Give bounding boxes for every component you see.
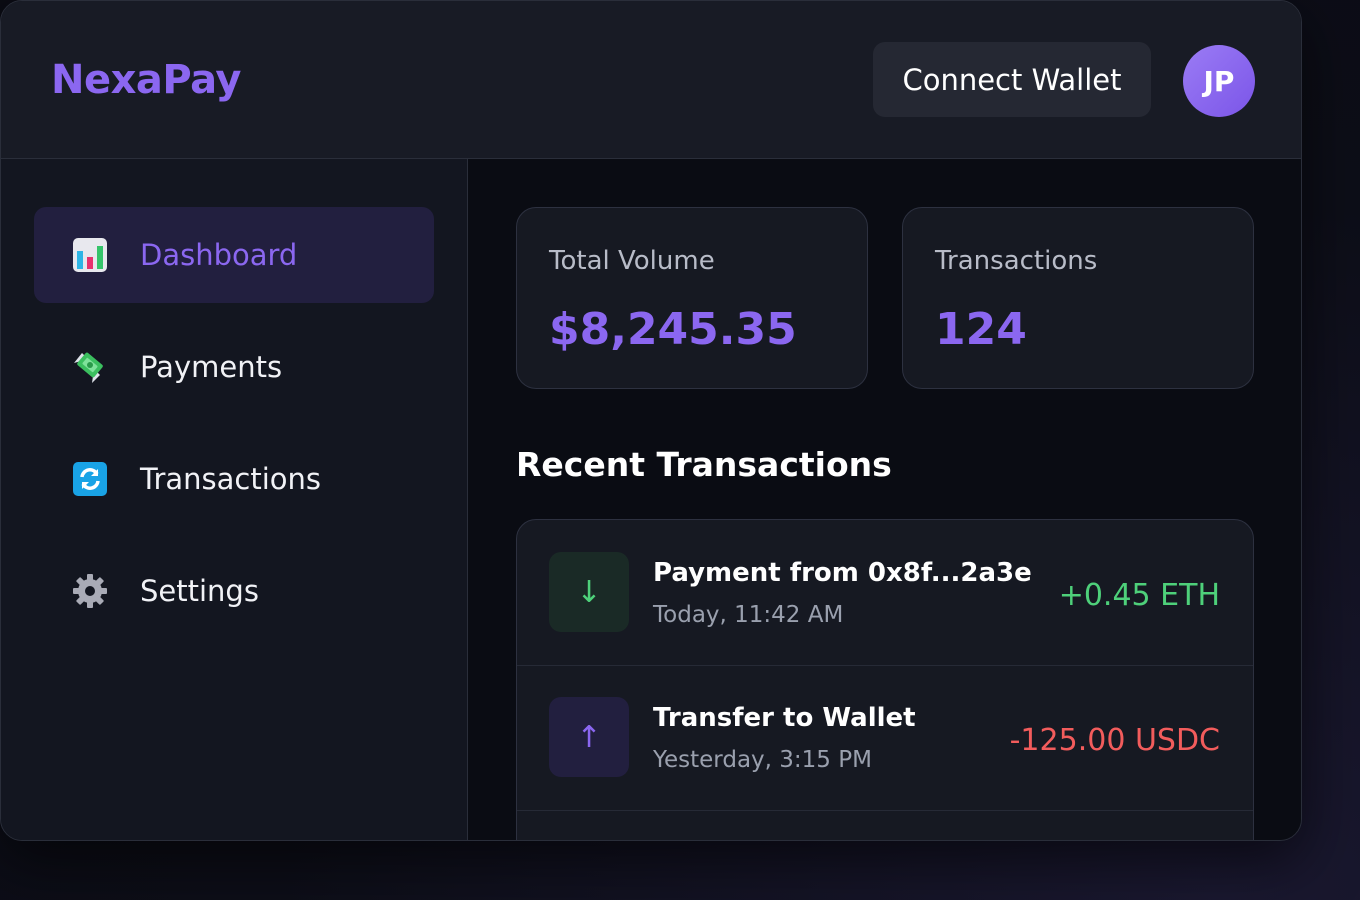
transactions-count-card: Transactions 124 — [902, 207, 1254, 389]
sidebar-item-payments[interactable]: Payments — [34, 319, 434, 415]
list-item[interactable]: ↓ Payment from 0x8f...2a3e Today, 11:42 … — [517, 520, 1253, 666]
list-item[interactable]: ↑ Transfer to Wallet Yesterday, 3:15 PM … — [517, 665, 1253, 811]
sidebar-item-label: Payments — [140, 350, 283, 384]
transaction-amount: -125.00 USDC — [1009, 723, 1220, 758]
arrow-down-icon: ↓ — [549, 552, 629, 632]
main-content: Total Volume $8,245.35 Transactions 124 … — [468, 159, 1301, 840]
arrow-up-icon: ↑ — [549, 697, 629, 777]
money-with-wings-icon — [72, 349, 108, 385]
connect-wallet-button[interactable]: Connect Wallet — [873, 42, 1151, 117]
bar-chart-icon — [72, 237, 108, 273]
header: NexaPay Connect Wallet JP — [1, 1, 1301, 159]
transaction-title: Transfer to Wallet — [653, 703, 916, 733]
transaction-list: ↓ Payment from 0x8f...2a3e Today, 11:42 … — [516, 519, 1254, 840]
gear-icon — [72, 573, 108, 609]
sidebar-item-label: Transactions — [140, 462, 322, 496]
app-window: NexaPay Connect Wallet JP Dashboard Paym… — [0, 0, 1302, 841]
transaction-time: Yesterday, 3:15 PM — [653, 747, 872, 773]
stat-value: $8,245.35 — [549, 304, 797, 355]
sidebar-item-dashboard[interactable]: Dashboard — [34, 207, 434, 303]
sidebar-item-label: Settings — [140, 574, 259, 608]
sidebar-item-transactions[interactable]: Transactions — [34, 431, 434, 527]
stat-label: Total Volume — [549, 246, 715, 276]
total-volume-card: Total Volume $8,245.35 — [516, 207, 868, 389]
transaction-time: Today, 11:42 AM — [653, 602, 844, 628]
transaction-amount: +0.45 ETH — [1058, 578, 1220, 613]
sidebar-item-settings[interactable]: Settings — [34, 543, 434, 639]
stat-label: Transactions — [935, 246, 1098, 276]
transaction-title: Payment from 0x8f...2a3e — [653, 558, 1032, 588]
sidebar-item-label: Dashboard — [140, 238, 298, 272]
user-avatar[interactable]: JP — [1183, 45, 1255, 117]
sidebar: Dashboard Payments Transactions Settings — [1, 159, 468, 840]
section-title: Recent Transactions — [516, 445, 892, 484]
stat-value: 124 — [935, 304, 1027, 355]
refresh-arrows-icon — [72, 461, 108, 497]
app-logo[interactable]: NexaPay — [51, 57, 241, 103]
